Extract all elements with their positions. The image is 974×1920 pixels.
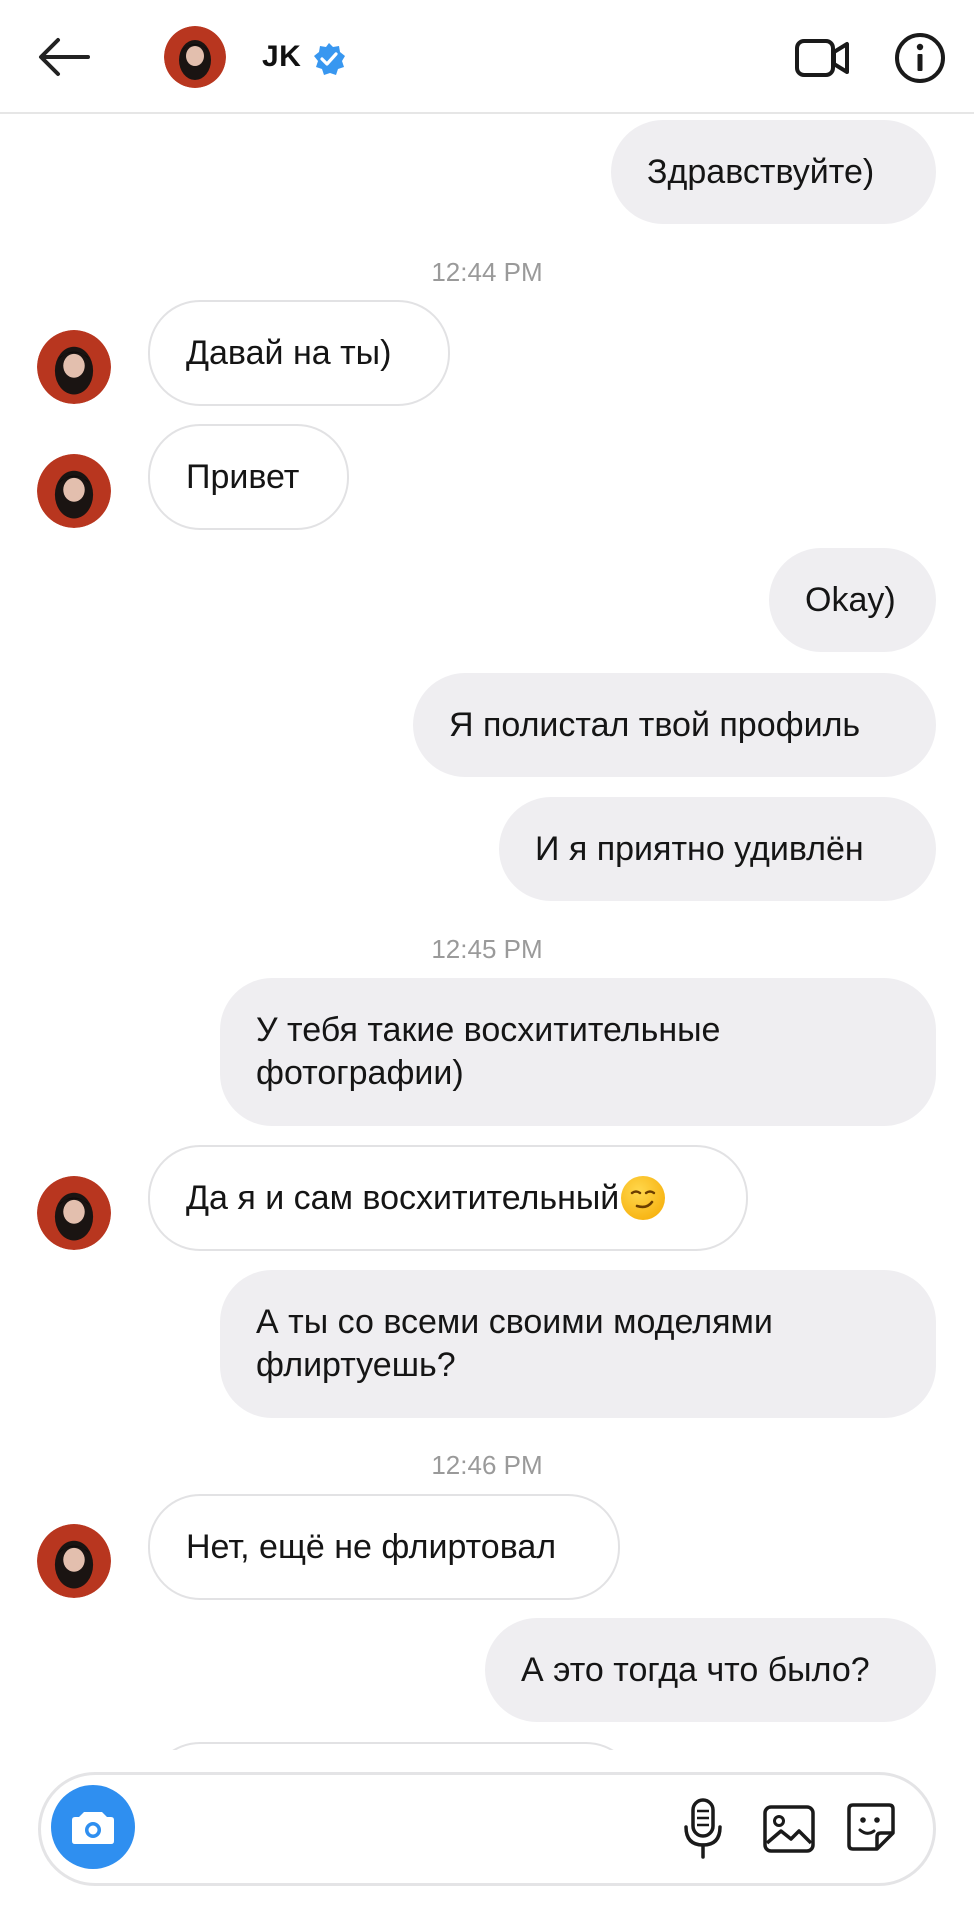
message-received-partial bbox=[148, 1742, 638, 1750]
avatar[interactable] bbox=[37, 454, 111, 528]
microphone-icon[interactable] bbox=[679, 1797, 727, 1861]
smirking-face-emoji bbox=[621, 1176, 666, 1220]
video-call-icon[interactable] bbox=[794, 36, 850, 80]
message-received[interactable]: Нет, ещё не флиртовал bbox=[148, 1494, 620, 1600]
camera-button[interactable] bbox=[51, 1785, 135, 1869]
avatar[interactable] bbox=[37, 1524, 111, 1598]
message-sent[interactable]: Okay) bbox=[769, 548, 936, 652]
timestamp: 12:44 PM bbox=[431, 257, 543, 287]
avatar[interactable] bbox=[37, 1176, 111, 1250]
contact-name[interactable]: JK bbox=[262, 40, 301, 74]
info-icon[interactable] bbox=[894, 32, 946, 84]
message-received[interactable]: Давай на ты) bbox=[148, 300, 450, 406]
verified-badge-icon bbox=[314, 43, 345, 75]
message-sent[interactable]: А это тогда что было? bbox=[485, 1618, 936, 1722]
camera-icon bbox=[72, 1812, 114, 1844]
avatar[interactable] bbox=[37, 330, 111, 404]
message-list[interactable]: Здравствуйте) 12:44 PM Давай на ты) Прив… bbox=[0, 114, 974, 1750]
message-sent[interactable]: У тебя такие восхитительные фотографии) bbox=[220, 978, 936, 1126]
message-received[interactable]: Привет bbox=[148, 424, 349, 530]
image-gallery-icon[interactable] bbox=[761, 1801, 817, 1857]
message-received[interactable]: Да я и сам восхитительный bbox=[148, 1145, 748, 1251]
header-avatar[interactable] bbox=[164, 26, 226, 88]
timestamp: 12:45 PM bbox=[431, 934, 543, 964]
timestamp: 12:46 PM bbox=[431, 1450, 543, 1480]
sticker-icon[interactable] bbox=[843, 1799, 899, 1855]
chat-header: JK bbox=[0, 0, 974, 114]
message-sent[interactable]: Здравствуйте) bbox=[611, 120, 936, 224]
message-sent[interactable]: А ты со всеми своими моделями флиртуешь? bbox=[220, 1270, 936, 1418]
message-sent[interactable]: И я приятно удивлён bbox=[499, 797, 936, 901]
back-arrow-icon[interactable] bbox=[34, 32, 94, 82]
message-composer[interactable] bbox=[38, 1772, 936, 1886]
message-sent[interactable]: Я полистал твой профиль bbox=[413, 673, 936, 777]
